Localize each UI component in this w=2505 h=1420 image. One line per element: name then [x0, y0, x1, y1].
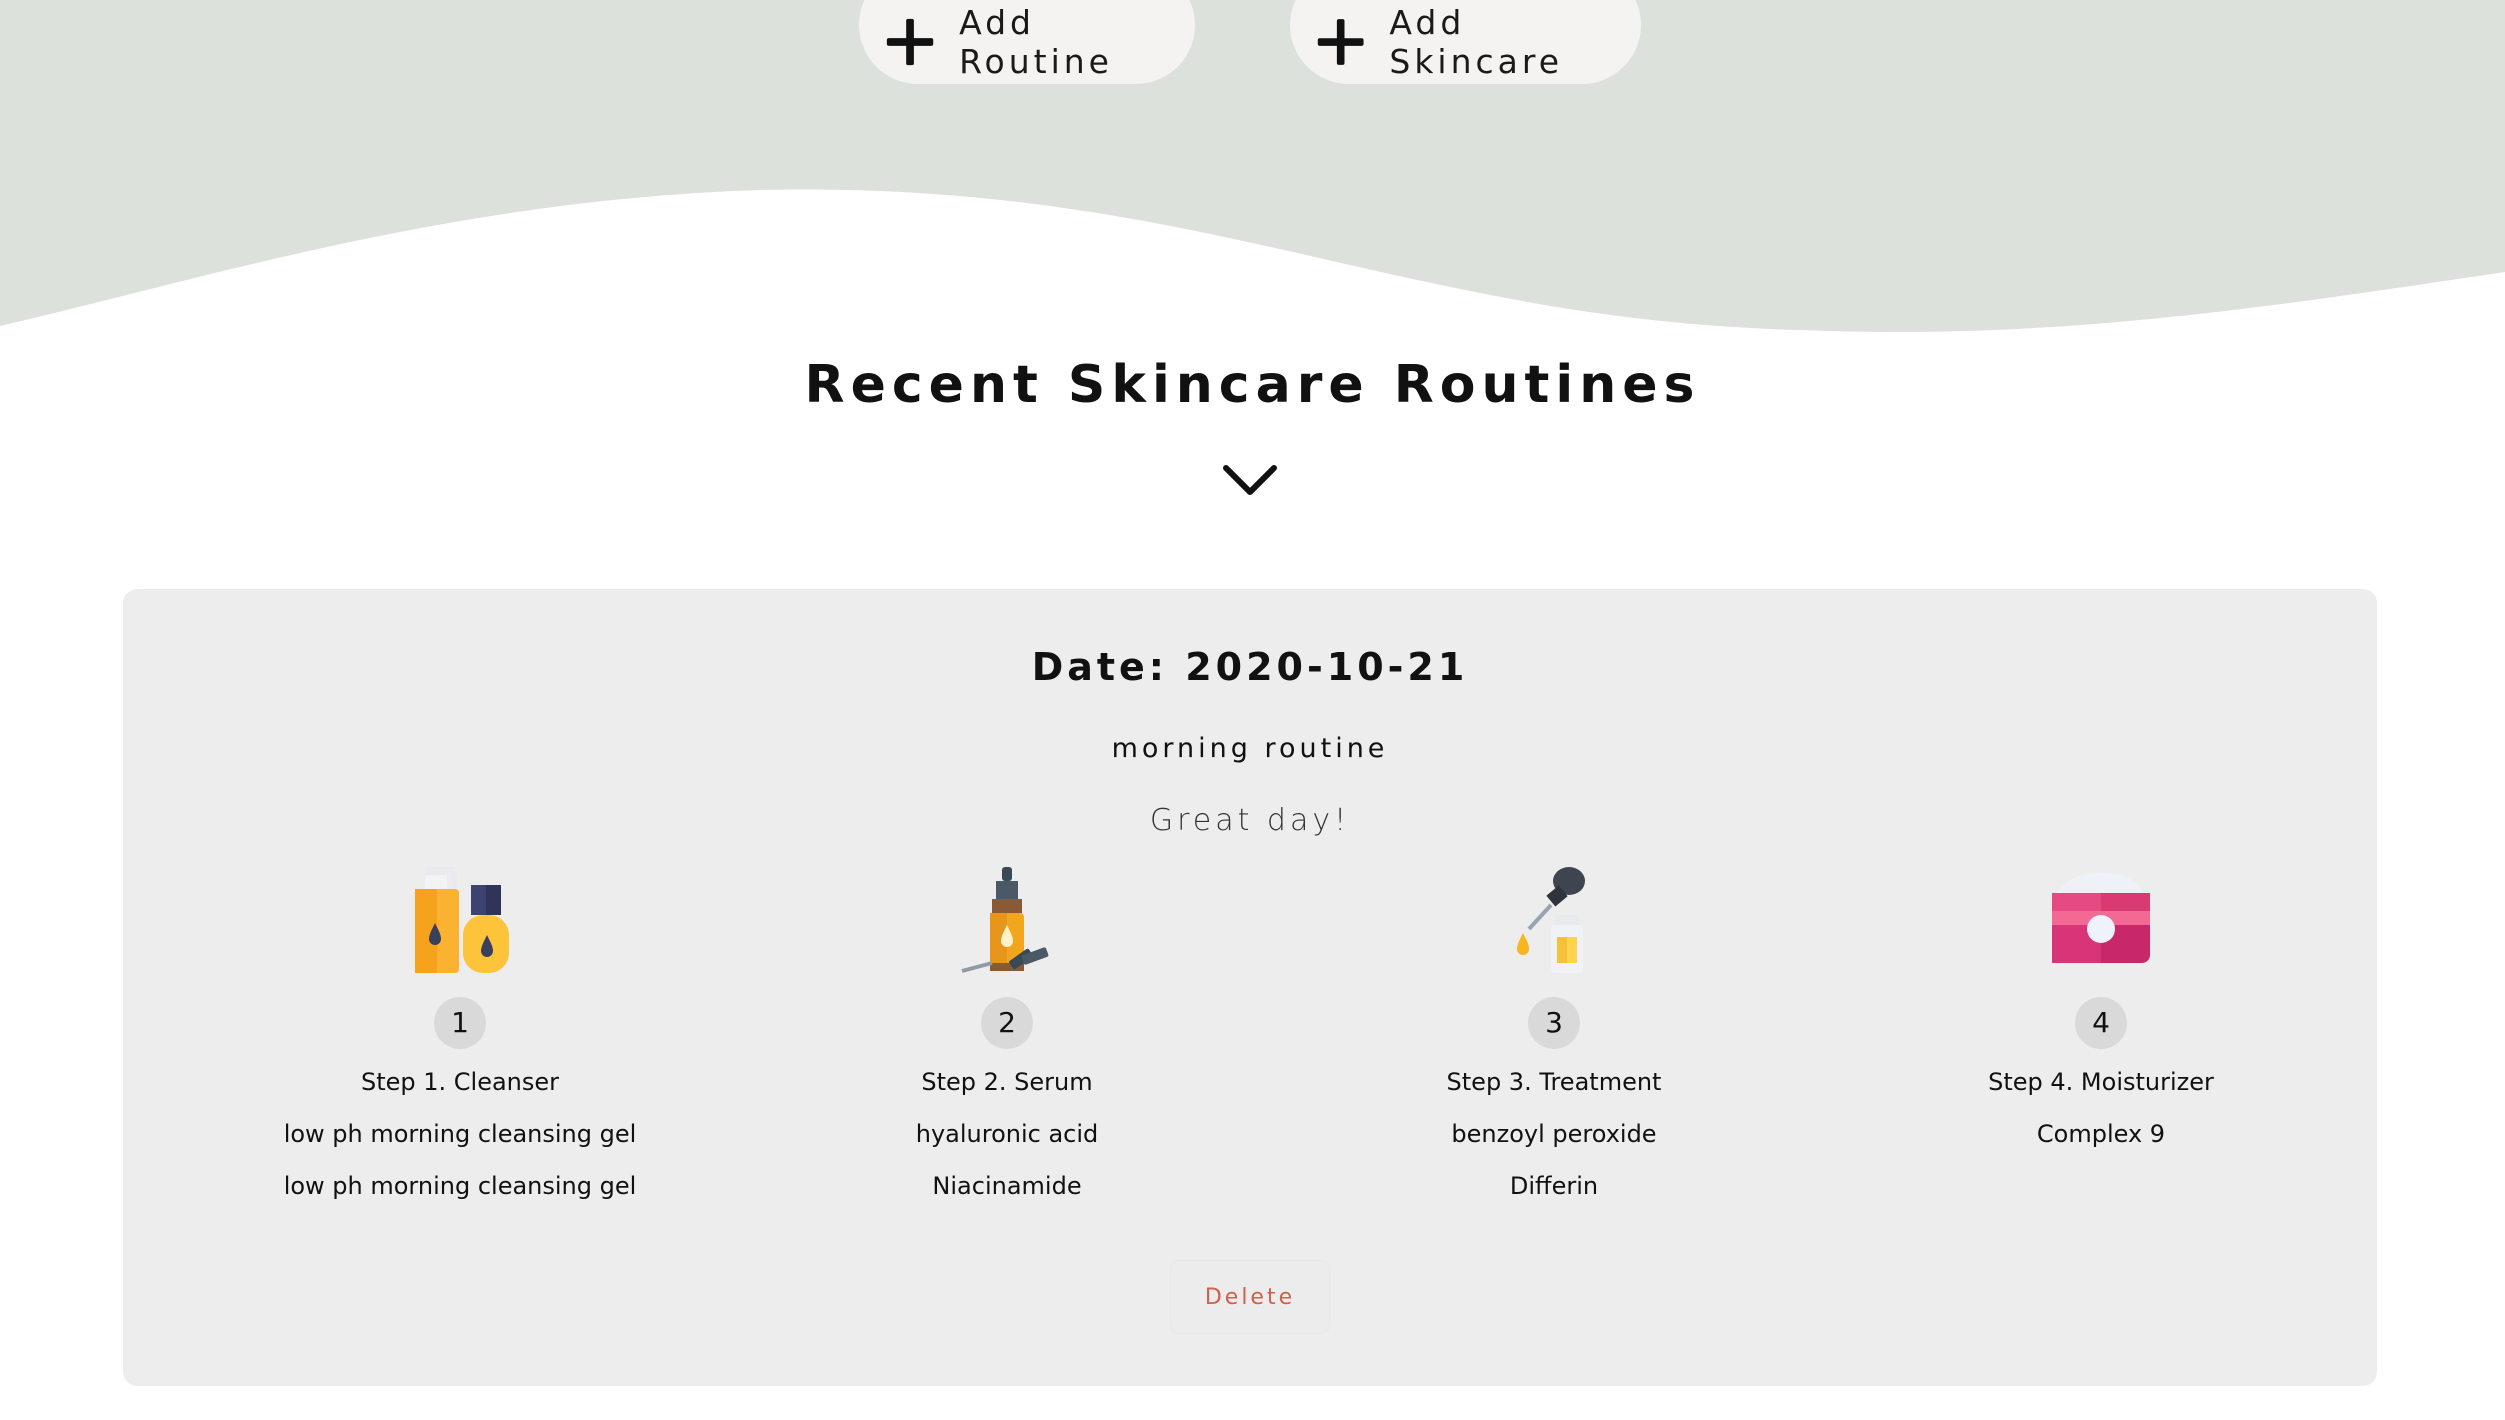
step-number: 2	[981, 997, 1033, 1049]
step-title: Step 4. Moisturizer	[1988, 1068, 2214, 1096]
plus-icon	[1317, 19, 1364, 65]
step-product: Complex 9	[2036, 1120, 2166, 1148]
routine-date: Date: 2020-10-21	[1031, 645, 1469, 689]
step-product: low ph morning cleansing gel	[283, 1120, 637, 1148]
routine-step: 1 Step 1. Cleanser low ph morning cleans…	[260, 867, 660, 1203]
step-product: benzoyl peroxide	[1451, 1120, 1657, 1148]
step-number: 3	[1528, 997, 1580, 1049]
add-routine-label: Add Routine	[959, 3, 1113, 81]
plus-icon	[886, 18, 934, 66]
routine-step: 2 Step 2. Serum hyaluronic acid Niacinam…	[807, 867, 1207, 1203]
step-title: Step 3. Treatment	[1446, 1068, 1662, 1096]
add-skincare-button[interactable]: Add Skincare	[1290, 0, 1641, 84]
hero-banner	[0, 0, 2505, 340]
step-number: 1	[434, 997, 486, 1049]
cleanser-bottles-icon	[415, 867, 509, 973]
wave-divider	[0, 0, 2505, 332]
delete-button[interactable]: Delete	[1171, 1261, 1329, 1333]
add-skincare-label: Add Skincare	[1389, 3, 1564, 81]
routine-step: 3 Step 3. Treatment benzoyl peroxide Dif…	[1354, 867, 1754, 1203]
step-product: Niacinamide	[932, 1172, 1082, 1200]
routine-card: Date: 2020-10-21 morning routine Great d…	[123, 589, 2377, 1386]
step-product: low ph morning cleansing gel	[283, 1172, 637, 1200]
moisturizer-jar-icon	[2052, 873, 2150, 963]
routine-type: morning routine	[1111, 733, 1389, 764]
step-product: hyaluronic acid	[915, 1120, 1099, 1148]
treatment-dropper-icon	[1517, 867, 1585, 973]
chevron-down-icon[interactable]	[1222, 462, 1278, 498]
routine-note: Great day!	[1149, 803, 1351, 838]
step-title: Step 2. Serum	[921, 1068, 1093, 1096]
serum-dropper-bottle-icon	[961, 867, 1049, 973]
step-product: Differin	[1509, 1172, 1599, 1200]
routine-step: 4 Step 4. Moisturizer Complex 9	[1901, 867, 2301, 1151]
add-routine-button[interactable]: Add Routine	[859, 0, 1195, 84]
step-title: Step 1. Cleanser	[360, 1068, 560, 1096]
step-number: 4	[2075, 997, 2127, 1049]
section-title: Recent Skincare Routines	[804, 355, 1701, 415]
